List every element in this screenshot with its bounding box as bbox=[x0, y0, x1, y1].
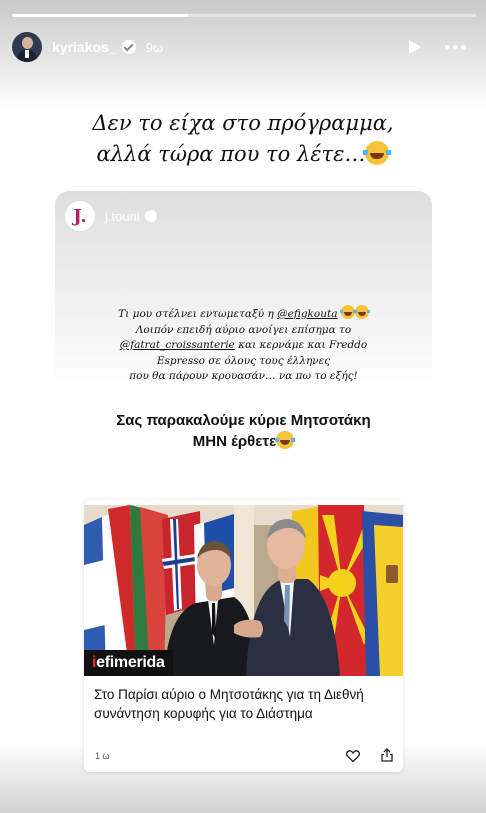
mention-fatrat-croissanterie[interactable]: @fatrat_croissanterie bbox=[120, 339, 235, 351]
laughing-emoji-icon bbox=[363, 141, 392, 165]
avatar-head bbox=[22, 37, 33, 49]
reshare-line-5: που θα πάρουν κρουασάν… να πω το εξής! bbox=[129, 370, 358, 382]
reshare-verified-icon bbox=[144, 210, 157, 222]
reshare-line-1-text: Τι μου στέλνει εντωμεταξύ η bbox=[118, 308, 278, 320]
logo-text: efimerida bbox=[96, 654, 165, 671]
reshare-avatar[interactable]: J. bbox=[65, 201, 95, 231]
story-progress-fill bbox=[12, 14, 189, 17]
reshare-bold-line-1: Σας παρακαλούμε κύριε Μητσοτάκη bbox=[116, 412, 371, 429]
reshared-story-card[interactable]: J. j.touni Τι μου στέλνει εντωμεταξύ η @… bbox=[55, 191, 432, 479]
reshare-line-1: Τι μου στέλνει εντωμεταξύ η @efigkouta bbox=[65, 305, 422, 323]
reshare-line-2: Λοιπόν επειδή αύριο ανοίγει επίσημα το bbox=[135, 323, 352, 336]
news-age: 1 ω bbox=[95, 751, 110, 761]
story-username[interactable]: kyriakos_ bbox=[52, 39, 117, 55]
reshare-body-text: Τι μου στέλνει εντωμεταξύ η @efigkouta Λ… bbox=[65, 305, 422, 385]
caption-line-1: Δεν το είχα στο πρόγραμμα, bbox=[92, 111, 394, 135]
verified-icon bbox=[121, 40, 136, 54]
avatar-shirt bbox=[25, 50, 29, 58]
story-time: 9ω bbox=[145, 39, 163, 55]
reshare-bold-line-2-wrap: ΜΗΝ έρθετε bbox=[65, 431, 422, 452]
reshare-line-3: @fatrat_croissanterie και κερνάμε και Fr… bbox=[65, 338, 422, 354]
more-icon[interactable] bbox=[445, 44, 466, 50]
caption-line-2-wrap: αλλά τώρα που το λέτε… bbox=[40, 139, 446, 170]
reshare-line-4: Espresso σε όλους τους έλληνες bbox=[156, 354, 331, 367]
reshare-line-3-text: και κερνάμε και Freddo bbox=[234, 339, 368, 351]
share-icon[interactable] bbox=[381, 748, 393, 762]
laughing-emoji-icon bbox=[339, 305, 356, 319]
laughing-emoji-icon bbox=[353, 305, 370, 319]
iefimerida-logo: iefimerida bbox=[84, 650, 173, 676]
caption-line-2: αλλά τώρα που το λέτε… bbox=[96, 142, 366, 166]
avatar[interactable] bbox=[12, 32, 42, 62]
news-link-card[interactable]: iefimerida Στο Παρίσι αύριο ο Μητσοτάκης… bbox=[84, 500, 403, 772]
mention-efigkouta[interactable]: @efigkouta bbox=[277, 308, 337, 320]
story-caption: Δεν το είχα στο πρόγραμμα, αλλά τώρα που… bbox=[40, 108, 446, 170]
news-title[interactable]: Στο Παρίσι αύριο ο Μητσοτάκης για τη Διε… bbox=[94, 685, 394, 723]
reshare-username[interactable]: j.touni bbox=[105, 209, 140, 224]
play-icon[interactable] bbox=[409, 40, 421, 54]
reshare-bold-text: Σας παρακαλούμε κύριε Μητσοτάκη ΜΗΝ έρθε… bbox=[65, 411, 422, 452]
reshare-bold-line-2: ΜΗΝ έρθετε bbox=[192, 433, 277, 450]
laughing-emoji-icon bbox=[275, 431, 296, 449]
reshare-header: J. j.touni bbox=[65, 201, 157, 231]
heart-icon[interactable] bbox=[346, 749, 360, 763]
story-header: kyriakos_ 9ω bbox=[12, 30, 474, 64]
story-progress-bar bbox=[12, 14, 476, 17]
